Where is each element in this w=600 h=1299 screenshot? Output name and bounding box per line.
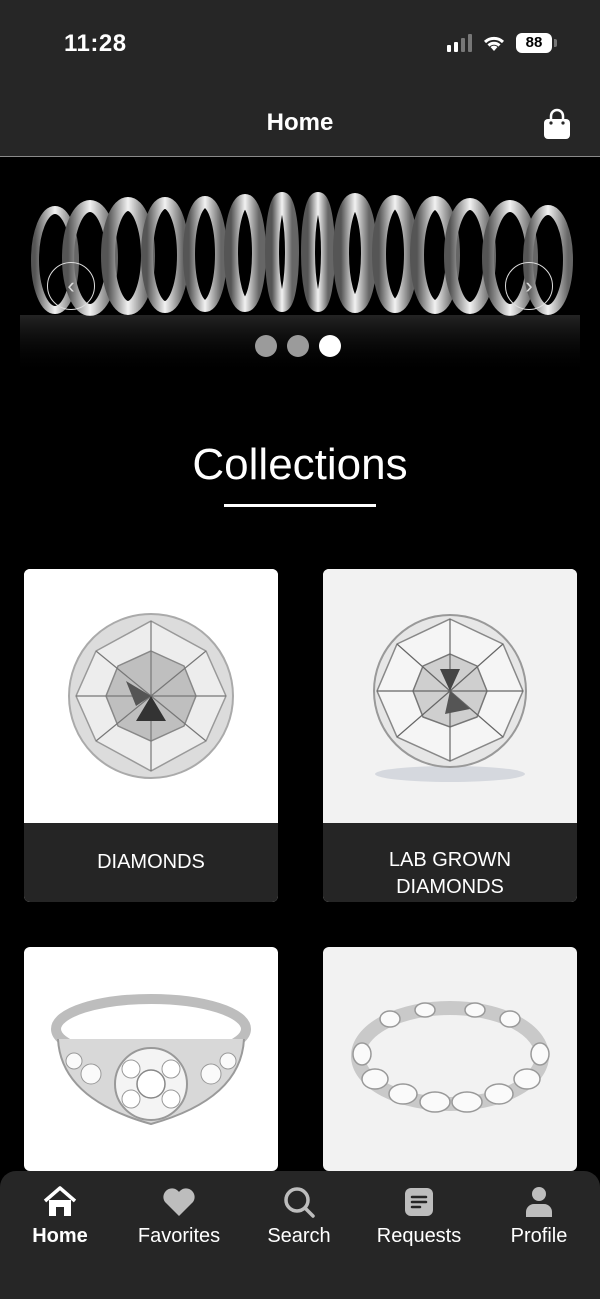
page-title: Home bbox=[266, 109, 334, 136]
lab-diamond-image bbox=[323, 569, 577, 823]
collection-card-eternity-bands[interactable] bbox=[323, 947, 577, 1171]
tab-search[interactable]: Search bbox=[244, 1185, 354, 1248]
navigation-header: Home bbox=[0, 90, 600, 157]
wifi-icon bbox=[483, 36, 505, 51]
collection-card-diamonds[interactable]: DIAMONDS bbox=[24, 569, 278, 902]
chevron-right-icon: › bbox=[525, 273, 533, 298]
collection-label: DIAMONDS bbox=[24, 823, 278, 902]
chevron-left-icon: ‹ bbox=[67, 273, 75, 298]
heart-icon bbox=[163, 1188, 195, 1216]
home-icon bbox=[43, 1186, 77, 1216]
collections-title: Collections bbox=[192, 440, 408, 489]
search-icon bbox=[284, 1187, 315, 1218]
carousel-dot[interactable] bbox=[255, 335, 277, 357]
carousel-dot[interactable] bbox=[287, 335, 309, 357]
halo-ring-image bbox=[24, 947, 278, 1171]
eternity-band-image bbox=[323, 947, 577, 1171]
requests-icon bbox=[405, 1188, 433, 1216]
diamond-image bbox=[24, 569, 278, 823]
collection-card-lab-grown-diamonds[interactable]: LAB GROWN DIAMONDS bbox=[323, 569, 577, 902]
profile-icon bbox=[526, 1187, 552, 1217]
tab-favorites[interactable]: Favorites bbox=[124, 1185, 234, 1248]
tab-profile[interactable]: Profile bbox=[484, 1185, 594, 1248]
tab-home[interactable]: Home bbox=[5, 1185, 115, 1248]
carousel-next-button[interactable]: › bbox=[505, 262, 553, 310]
carousel-prev-button[interactable]: ‹ bbox=[47, 262, 95, 310]
collections-underline bbox=[224, 504, 376, 507]
tab-requests[interactable]: Requests bbox=[364, 1185, 474, 1248]
tab-label: Home bbox=[32, 1225, 88, 1247]
status-icons: 88 bbox=[447, 33, 557, 53]
banner-carousel[interactable]: ‹ › bbox=[0, 160, 600, 375]
bottom-tab-bar: Home Favorites Search Requests Profile bbox=[0, 1171, 600, 1299]
carousel-pagination bbox=[255, 335, 341, 357]
shopping-bag-icon[interactable] bbox=[542, 108, 572, 140]
tab-label: Favorites bbox=[137, 1225, 221, 1247]
tab-label: Profile bbox=[510, 1225, 568, 1247]
tab-label: Search bbox=[267, 1225, 331, 1247]
status-time: 11:28 bbox=[64, 30, 127, 57]
battery-icon: 88 bbox=[516, 33, 557, 53]
tab-label: Requests bbox=[376, 1225, 462, 1247]
collection-card-engagement-rings[interactable] bbox=[24, 947, 278, 1171]
carousel-dot-active[interactable] bbox=[319, 335, 341, 357]
cellular-signal-icon bbox=[447, 34, 472, 52]
status-bar: 11:28 88 bbox=[0, 0, 600, 90]
collection-label: LAB GROWN DIAMONDS bbox=[323, 823, 577, 902]
